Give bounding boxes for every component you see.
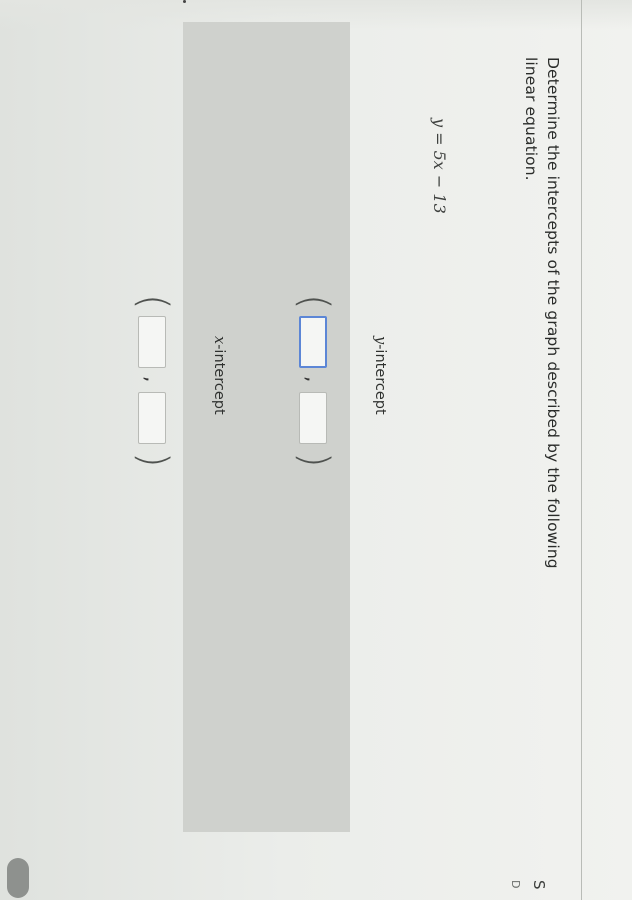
- open-parenthesis: (: [291, 294, 337, 310]
- question-prompt: Determine the intercepts of the graph de…: [522, 57, 562, 569]
- close-parenthesis: ): [291, 452, 337, 468]
- y-intercept-x-input[interactable]: [299, 316, 327, 368]
- x-intercept-label-text: -intercept: [211, 344, 227, 415]
- edge-dot: [183, 0, 186, 3]
- sidebar-toggle-button[interactable]: [7, 858, 29, 898]
- sidebar-letter-d: D: [509, 880, 522, 889]
- x-intercept-coordinate-pair: ( , ): [128, 294, 176, 468]
- coordinate-comma: ,: [141, 376, 165, 383]
- header-divider: [581, 0, 582, 900]
- y-intercept-label: y-intercept: [372, 336, 388, 415]
- x-intercept-y-input[interactable]: [138, 392, 166, 444]
- x-variable: x: [211, 336, 227, 345]
- screen-content: Determine the intercepts of the graph de…: [0, 0, 632, 900]
- y-intercept-label-text: -intercept: [372, 344, 388, 415]
- coordinate-comma: ,: [302, 376, 326, 383]
- x-intercept-label: x-intercept: [211, 336, 227, 415]
- close-parenthesis: ): [130, 452, 176, 468]
- y-intercept-coordinate-pair: ( , ): [289, 294, 337, 468]
- y-variable: y: [372, 336, 388, 345]
- open-parenthesis: (: [130, 294, 176, 310]
- x-intercept-x-input[interactable]: [138, 316, 166, 368]
- equation-display: y = 5x − 13: [430, 118, 449, 214]
- sidebar-letter-s: S: [530, 880, 548, 890]
- y-intercept-y-input[interactable]: [299, 392, 327, 444]
